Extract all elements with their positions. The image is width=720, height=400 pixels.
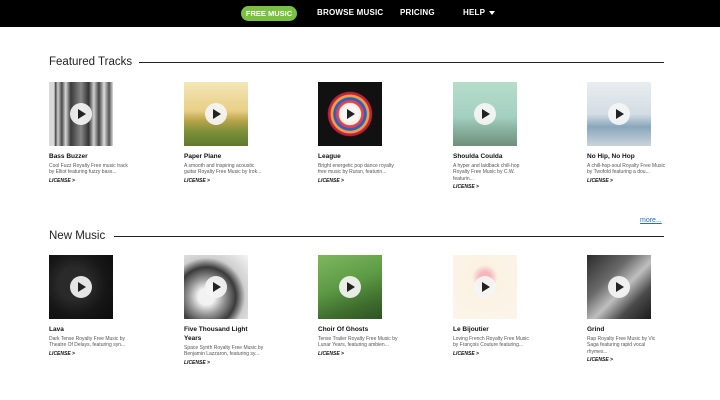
track-thumbnail[interactable] <box>453 255 517 319</box>
track-card: Paper Plane A smooth and inspiring acous… <box>184 82 264 184</box>
track-card: Shoulda Coulda A hyper and laidback chil… <box>453 82 533 190</box>
license-link[interactable]: LICENSE > <box>184 178 264 184</box>
track-card: League Bright energetic pop dance royalt… <box>318 82 398 184</box>
track-description: Rap Royalty Free Music by Vic Saga featu… <box>587 336 656 355</box>
track-title[interactable]: Five Thousand Light Years <box>184 325 260 343</box>
play-icon[interactable] <box>608 103 630 125</box>
track-description: A smooth and inspiring acoustic guitar R… <box>184 163 262 176</box>
track-title[interactable]: Bass Buzzer <box>49 152 125 161</box>
nav-browse-music[interactable]: BROWSE MUSIC <box>317 8 383 17</box>
license-link[interactable]: LICENSE > <box>453 351 533 357</box>
nav-pricing[interactable]: PRICING <box>400 8 435 17</box>
track-thumbnail[interactable] <box>587 82 651 146</box>
track-thumbnail[interactable] <box>184 255 248 319</box>
track-thumbnail[interactable] <box>318 82 382 146</box>
nav-help-label: HELP <box>463 8 486 17</box>
license-link[interactable]: LICENSE > <box>587 357 667 363</box>
track-card: Choir Of Ghosts Tense Trailer Royalty Fr… <box>318 255 398 357</box>
track-card: Le Bijoutier Loving French Royalty Free … <box>453 255 533 357</box>
track-title[interactable]: No Hip, No Hop <box>587 152 663 161</box>
track-description: Space Synth Royalty Free Music by Benjam… <box>184 345 264 358</box>
track-title[interactable]: Lava <box>49 325 125 334</box>
track-description: Dark Tense Royalty Free Music by Theatre… <box>49 336 126 349</box>
track-thumbnail[interactable] <box>49 82 113 146</box>
track-title[interactable]: Choir Of Ghosts <box>318 325 394 334</box>
track-card: Five Thousand Light Years Space Synth Ro… <box>184 255 264 366</box>
track-thumbnail[interactable] <box>184 82 248 146</box>
section-divider <box>114 236 664 237</box>
nav-free-music[interactable]: FREE MUSIC <box>241 6 297 21</box>
track-title[interactable]: Le Bijoutier <box>453 325 529 334</box>
play-icon[interactable] <box>205 276 227 298</box>
track-card: Grind Rap Royalty Free Music by Vic Saga… <box>587 255 667 363</box>
featured-tracks-heading: Featured Tracks <box>49 56 133 68</box>
play-icon[interactable] <box>70 103 92 125</box>
track-description: A hyper and laidback chill-hop Royalty F… <box>453 163 520 182</box>
license-link[interactable]: LICENSE > <box>184 360 264 366</box>
track-title[interactable]: Grind <box>587 325 663 334</box>
license-link[interactable]: LICENSE > <box>49 178 129 184</box>
chevron-down-icon <box>489 10 496 15</box>
track-description: Loving French Royalty Free Music by Fran… <box>453 336 529 349</box>
track-thumbnail[interactable] <box>49 255 113 319</box>
play-icon[interactable] <box>70 276 92 298</box>
track-title[interactable]: Paper Plane <box>184 152 260 161</box>
track-thumbnail[interactable] <box>318 255 382 319</box>
track-thumbnail[interactable] <box>453 82 517 146</box>
track-card: Lava Dark Tense Royalty Free Music by Th… <box>49 255 129 357</box>
new-music-heading: New Music <box>49 230 106 242</box>
license-link[interactable]: LICENSE > <box>453 184 533 190</box>
section-divider <box>139 62 664 63</box>
track-card: No Hip, No Hop A chill-hop-soul Royalty … <box>587 82 667 184</box>
play-icon[interactable] <box>339 103 361 125</box>
license-link[interactable]: LICENSE > <box>587 178 667 184</box>
track-description: Bright energetic pop dance royalty free … <box>318 163 394 176</box>
track-title[interactable]: League <box>318 152 394 161</box>
play-icon[interactable] <box>608 276 630 298</box>
nav-help[interactable]: HELP <box>463 8 496 17</box>
license-link[interactable]: LICENSE > <box>49 351 129 357</box>
play-icon[interactable] <box>205 103 227 125</box>
track-description: Cool Fuzz Royalty Free music track by El… <box>49 163 128 176</box>
more-link[interactable]: more... <box>640 217 662 224</box>
play-icon[interactable] <box>339 276 361 298</box>
track-description: A chill-hop-soul Royalty Free Music by T… <box>587 163 666 176</box>
track-card: Bass Buzzer Cool Fuzz Royalty Free music… <box>49 82 129 184</box>
license-link[interactable]: LICENSE > <box>318 178 398 184</box>
play-icon[interactable] <box>474 103 496 125</box>
track-thumbnail[interactable] <box>587 255 651 319</box>
track-description: Tense Trailer Royalty Free Music by Luna… <box>318 336 398 349</box>
play-icon[interactable] <box>474 276 496 298</box>
license-link[interactable]: LICENSE > <box>318 351 398 357</box>
top-navigation: FREE MUSIC BROWSE MUSIC PRICING HELP <box>0 0 720 27</box>
track-title[interactable]: Shoulda Coulda <box>453 152 529 161</box>
